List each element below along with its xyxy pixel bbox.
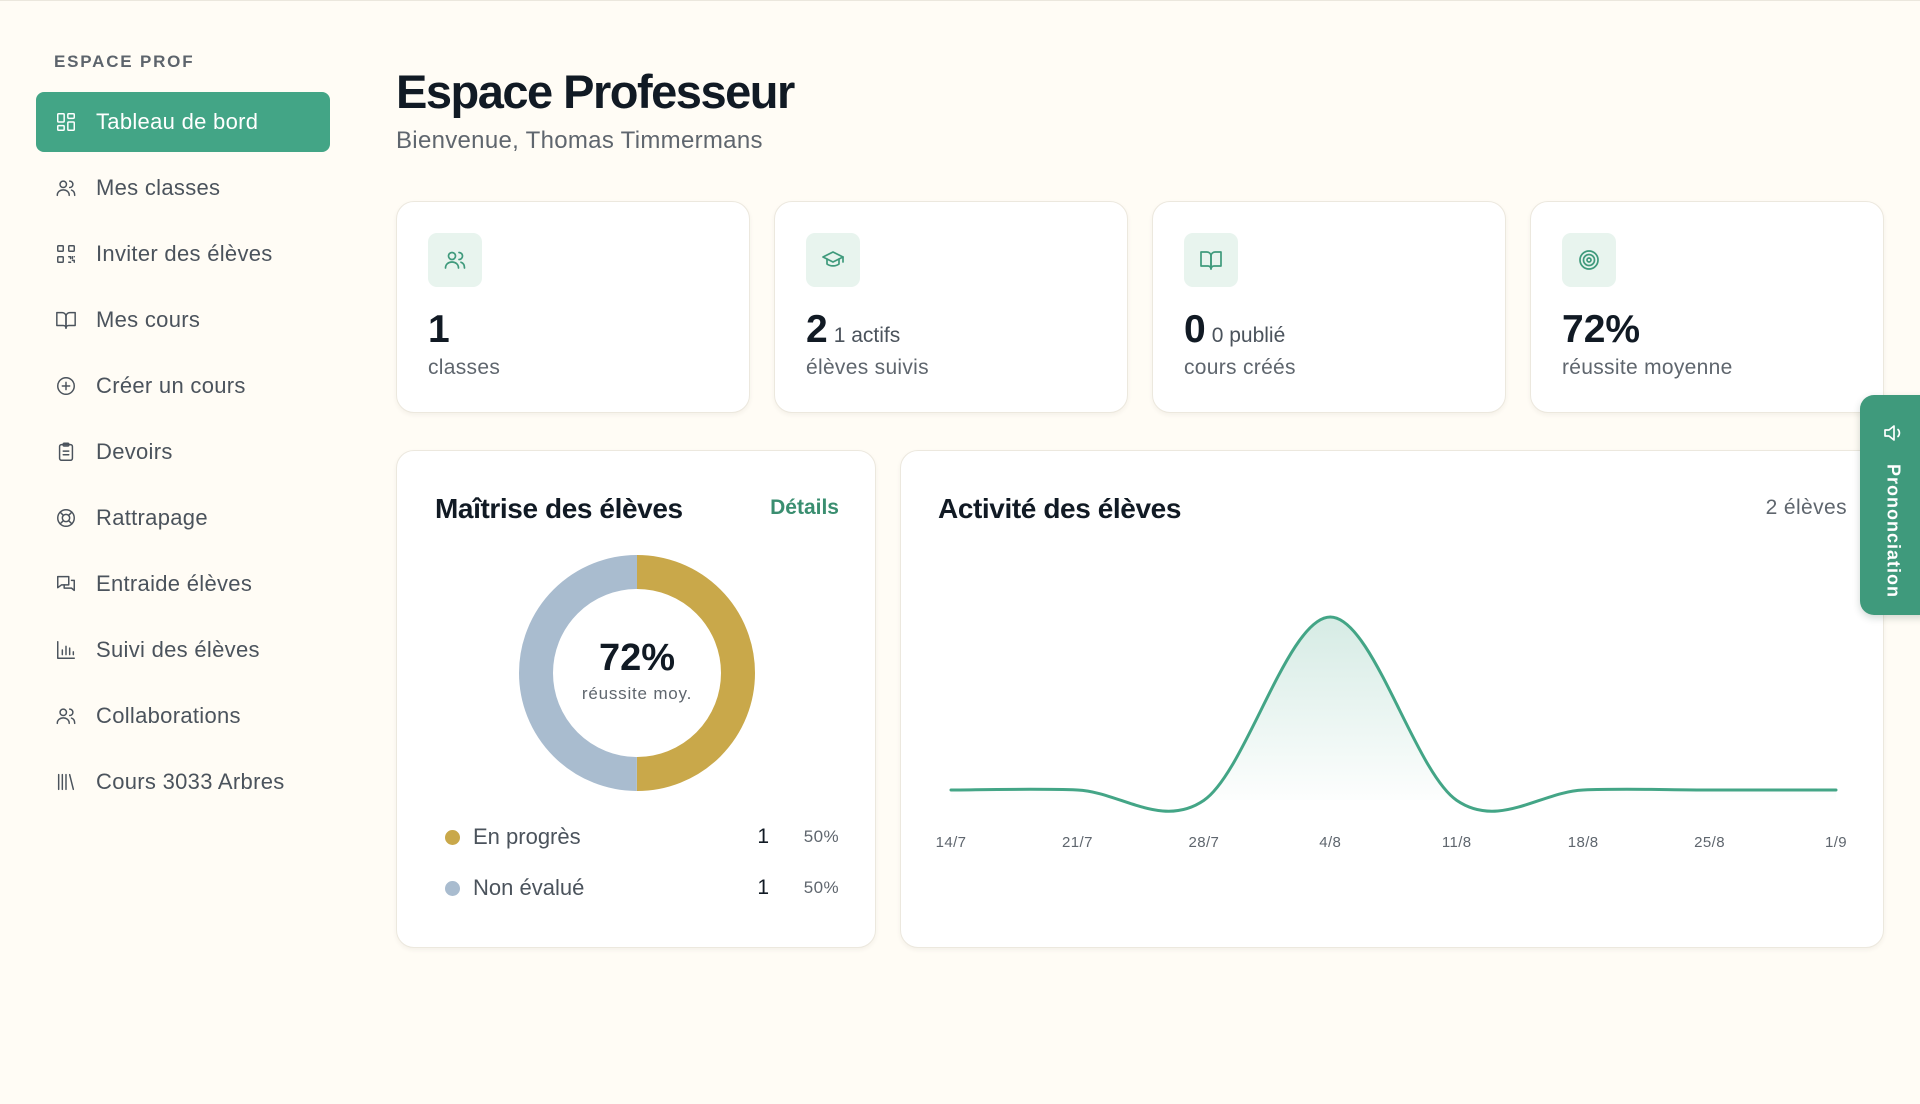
activity-area	[951, 617, 1836, 812]
x-tick-label: 18/8	[1568, 834, 1599, 851]
sidebar-item-label: Devoirs	[96, 439, 173, 464]
sidebar-item-rattrapage[interactable]: Rattrapage	[36, 488, 330, 548]
stat-card-cours: 0 0 publié cours créés	[1152, 201, 1506, 413]
donut-center-value: 72%	[598, 636, 676, 679]
sidebar-item-label: Entraide élèves	[96, 571, 253, 596]
sidebar-item-creer-un-cours[interactable]: Créer un cours	[36, 356, 330, 416]
bar-chart-icon	[54, 638, 78, 662]
sidebar-item-label: Créer un cours	[96, 373, 246, 398]
chat-icon	[54, 572, 78, 596]
dashboard-icon	[54, 110, 78, 134]
legend-percent: 50%	[803, 827, 839, 846]
sidebar-title: ESPACE PROF	[54, 52, 195, 71]
qr-code-icon	[54, 242, 78, 266]
plus-circle-icon	[54, 374, 78, 398]
sidebar-item-tableau-de-bord[interactable]: Tableau de bord	[36, 92, 330, 152]
sidebar-nav: Tableau de bord Mes classes Inviter des …	[36, 92, 330, 818]
x-tick-label: 1/9	[1825, 834, 1847, 851]
x-tick-label: 4/8	[1319, 834, 1341, 851]
stat-label: classes	[428, 356, 501, 379]
sidebar-item-mes-classes[interactable]: Mes classes	[36, 158, 330, 218]
pronunciation-tab[interactable]: Prononciation	[1860, 395, 1920, 615]
sidebar-item-label: Suivi des élèves	[96, 637, 260, 662]
stat-card-eleves: 2 1 actifs élèves suivis	[774, 201, 1128, 413]
x-tick-label: 14/7	[936, 834, 967, 851]
stat-value: 2	[806, 308, 828, 351]
legend-label: Non évalué	[473, 875, 585, 900]
legend-dot	[445, 880, 460, 896]
details-link[interactable]: Détails	[770, 496, 839, 520]
stat-card-reussite: 72% réussite moyenne	[1530, 201, 1884, 413]
stat-value: 72%	[1562, 308, 1641, 351]
stat-label: réussite moyenne	[1562, 356, 1733, 379]
graduation-cap-icon	[806, 233, 860, 287]
sidebar-item-label: Mes classes	[96, 175, 221, 200]
stat-value: 0	[1184, 308, 1206, 351]
sidebar-item-entraide-eleves[interactable]: Entraide élèves	[36, 554, 330, 614]
speaker-icon	[1881, 421, 1905, 450]
donut-center-label: réussite moy.	[581, 683, 693, 703]
x-tick-label: 25/8	[1694, 834, 1725, 851]
sidebar-item-mes-cours[interactable]: Mes cours	[36, 290, 330, 350]
legend-row-en-progres: En progrès 1 50%	[445, 822, 839, 852]
activity-chart: 14/7 21/7 28/7 4/8 11/8 18/8 25/8 1/9	[936, 615, 1847, 851]
legend-percent: 50%	[803, 878, 839, 897]
stat-extra: 0 publié	[1211, 324, 1286, 347]
legend-row-non-evalue: Non évalué 1 50%	[445, 873, 839, 903]
mastery-panel: Maîtrise des élèves Détails 72% réussite…	[396, 450, 876, 948]
mastery-title: Maîtrise des élèves	[435, 493, 683, 524]
legend-label: En progrès	[473, 824, 581, 849]
users-icon	[428, 233, 482, 287]
sidebar-item-inviter-des-eleves[interactable]: Inviter des élèves	[36, 224, 330, 284]
sidebar-item-label: Cours 3033 Arbres	[96, 769, 285, 794]
pronunciation-label: Prononciation	[1883, 464, 1904, 598]
stat-label: élèves suivis	[806, 356, 929, 379]
sidebar-item-label: Inviter des élèves	[96, 241, 273, 266]
x-tick-label: 28/7	[1188, 834, 1219, 851]
book-icon	[54, 308, 78, 332]
activity-panel: Activité des élèves 2 élèves 14/7 21/7 28/…	[900, 450, 1884, 948]
library-icon	[54, 770, 78, 794]
lifebuoy-icon	[54, 506, 78, 530]
target-icon	[1562, 233, 1616, 287]
sidebar-item-suivi-des-eleves[interactable]: Suivi des élèves	[36, 620, 330, 680]
stat-card-classes: 1 classes	[396, 201, 750, 413]
sidebar-item-label: Tableau de bord	[96, 109, 259, 134]
stat-extra: 1 actifs	[833, 324, 901, 347]
clipboard-icon	[54, 440, 78, 464]
legend-count: 1	[757, 876, 769, 899]
sidebar-item-label: Rattrapage	[96, 505, 208, 530]
collaborators-icon	[54, 704, 78, 728]
page-subtitle: Bienvenue, Thomas Timmermans	[396, 127, 763, 154]
sidebar-item-devoirs[interactable]: Devoirs	[36, 422, 330, 482]
x-tick-label: 21/7	[1062, 834, 1093, 851]
page-title: Espace Professeur	[396, 65, 795, 118]
legend-count: 1	[757, 825, 769, 848]
legend-dot	[445, 829, 460, 845]
book-icon	[1184, 233, 1238, 287]
sidebar-item-label: Mes cours	[96, 307, 201, 332]
sidebar-item-label: Collaborations	[96, 703, 241, 728]
x-tick-label: 11/8	[1442, 834, 1472, 851]
stat-label: cours créés	[1184, 356, 1296, 379]
users-icon	[54, 176, 78, 200]
stat-value: 1	[428, 308, 450, 351]
sidebar-item-collaborations[interactable]: Collaborations	[36, 686, 330, 746]
sidebar-item-cours-3033-arbres[interactable]: Cours 3033 Arbres	[36, 752, 330, 812]
mastery-donut: 72% réussite moy.	[519, 555, 755, 791]
